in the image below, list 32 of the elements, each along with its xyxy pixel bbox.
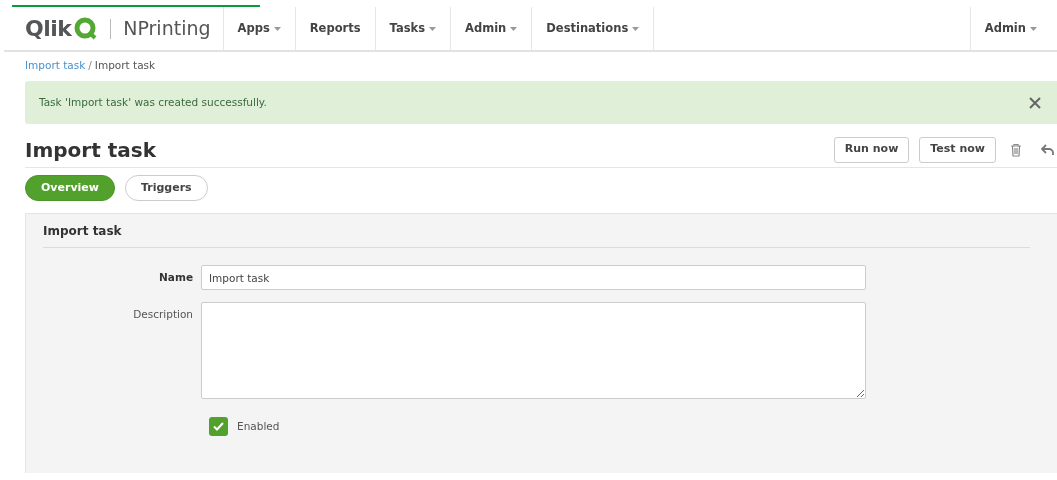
caret-icon <box>632 26 640 31</box>
breadcrumb-current: Import task <box>94 57 156 73</box>
alert-message: Task 'Import task' was created successfully. <box>39 94 268 110</box>
field-label: Description <box>133 307 193 322</box>
undo-icon[interactable] <box>1041 143 1054 156</box>
trash-icon[interactable] <box>1010 142 1022 157</box>
page-title: Import task <box>25 136 157 164</box>
logo-icon <box>74 16 99 41</box>
caret-icon <box>510 26 518 31</box>
logo-wordmark: Qlik <box>25 15 72 43</box>
nav-menu-item[interactable]: Reports <box>294 7 375 50</box>
product-name: NPrinting <box>123 16 211 42</box>
close-icon[interactable] <box>1029 96 1041 109</box>
enabled-checkbox[interactable] <box>209 417 228 436</box>
nav-menu-item[interactable]: Admin <box>450 7 532 50</box>
nav-menu-item[interactable]: Destinations <box>531 7 654 50</box>
tab[interactable]: Triggers <box>125 175 208 201</box>
breadcrumb-separator: / <box>88 57 92 73</box>
name-input[interactable]: Import task <box>201 265 866 290</box>
panel-title: Import task <box>43 214 1030 248</box>
breadcrumb-link[interactable]: Import task <box>25 57 86 74</box>
field-label: Name <box>159 270 193 285</box>
caret-icon <box>1030 26 1037 31</box>
checkmark-icon <box>213 422 224 431</box>
caret-icon <box>273 26 281 31</box>
nav-menu-item[interactable]: Apps <box>222 7 295 50</box>
checkbox-label: Enabled <box>237 418 280 434</box>
user-menu[interactable]: Admin <box>969 7 1057 50</box>
nav-menu-item[interactable]: Tasks <box>374 7 451 50</box>
caret-icon <box>429 26 437 31</box>
action-button[interactable]: Run now <box>833 136 910 163</box>
action-button[interactable]: Test now <box>919 136 996 163</box>
